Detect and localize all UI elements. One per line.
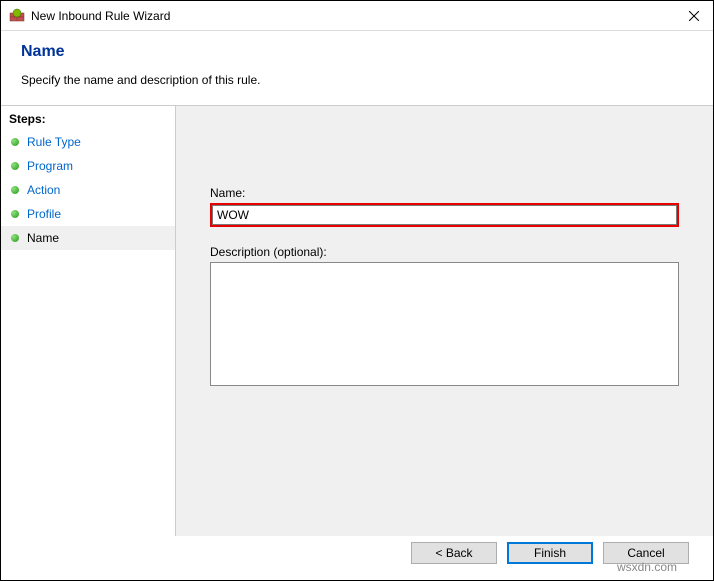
name-highlight — [210, 203, 679, 227]
step-label: Rule Type — [27, 135, 81, 149]
cancel-button[interactable]: Cancel — [603, 542, 689, 564]
step-profile[interactable]: Profile — [1, 202, 175, 226]
wizard-body: Steps: Rule Type Program Action Profile … — [1, 106, 713, 536]
wizard-footer: < Back Finish Cancel — [411, 542, 689, 564]
step-action[interactable]: Action — [1, 178, 175, 202]
page-title: Name — [21, 43, 693, 61]
page-subtitle: Specify the name and description of this… — [21, 73, 693, 87]
name-input[interactable] — [212, 205, 677, 225]
bullet-icon — [11, 210, 19, 218]
bullet-icon — [11, 186, 19, 194]
description-label: Description (optional): — [210, 245, 679, 259]
description-input[interactable] — [210, 262, 679, 386]
step-label: Program — [27, 159, 73, 173]
step-rule-type[interactable]: Rule Type — [1, 130, 175, 154]
titlebar: New Inbound Rule Wizard — [1, 1, 713, 31]
steps-title: Steps: — [1, 108, 175, 130]
step-name[interactable]: Name — [1, 226, 175, 250]
bullet-icon — [11, 234, 19, 242]
step-label: Profile — [27, 207, 61, 221]
step-label: Action — [27, 183, 60, 197]
close-button[interactable] — [683, 5, 705, 27]
wizard-header: Name Specify the name and description of… — [1, 31, 713, 91]
wizard-window: New Inbound Rule Wizard Name Specify the… — [0, 0, 714, 581]
firewall-icon — [9, 8, 25, 24]
back-button[interactable]: < Back — [411, 542, 497, 564]
step-label: Name — [27, 231, 59, 245]
steps-sidebar: Steps: Rule Type Program Action Profile … — [1, 106, 176, 536]
bullet-icon — [11, 162, 19, 170]
bullet-icon — [11, 138, 19, 146]
wizard-content: Name: Description (optional): — [176, 106, 713, 536]
finish-button[interactable]: Finish — [507, 542, 593, 564]
window-title: New Inbound Rule Wizard — [31, 9, 170, 23]
name-label: Name: — [210, 186, 679, 200]
step-program[interactable]: Program — [1, 154, 175, 178]
